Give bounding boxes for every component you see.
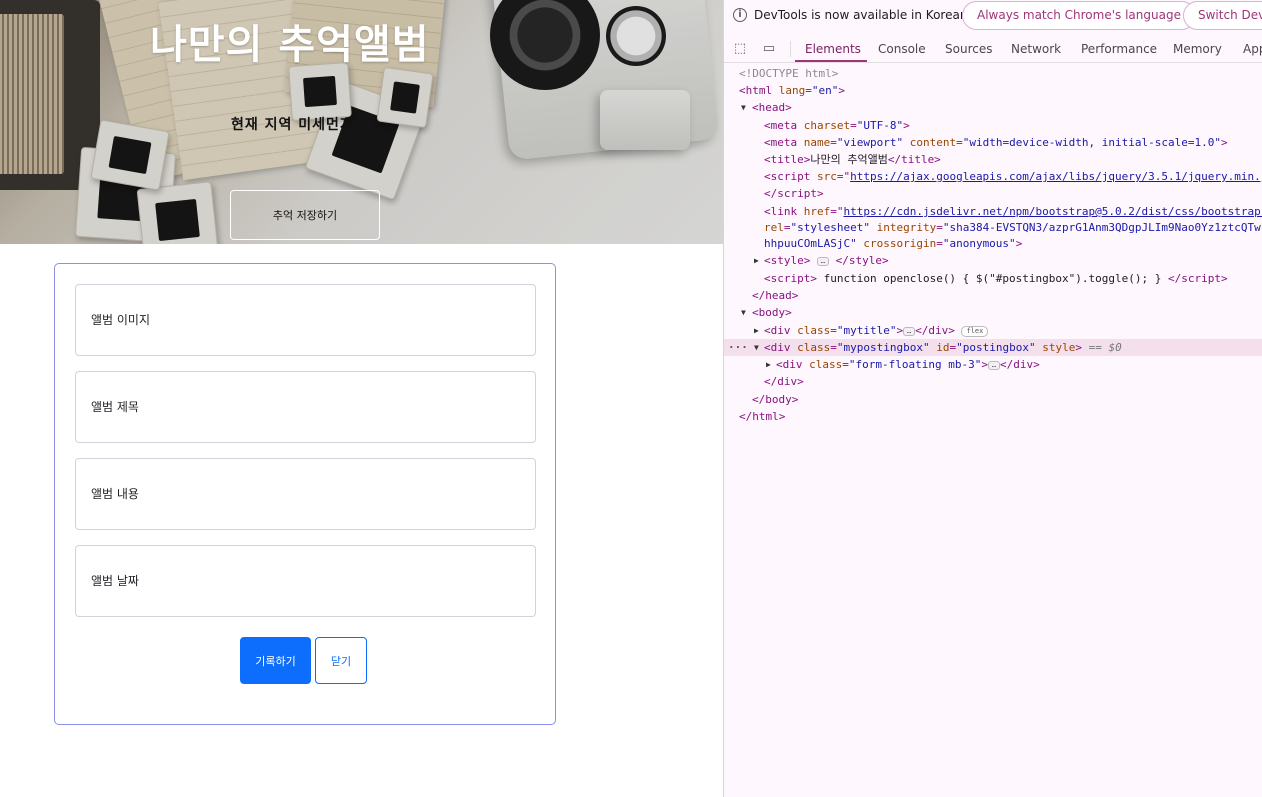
form-actions: 기록하기 닫기 bbox=[240, 637, 367, 684]
dom-node-inline-script[interactable]: <script> function openclose() { $("#post… bbox=[724, 270, 1262, 287]
dom-node-div-mytitle[interactable]: ▶ <div class="mytitle">… </div> flex bbox=[724, 322, 1262, 339]
switch-language-button[interactable]: Switch DevTools to Korean bbox=[1183, 1, 1262, 30]
album-title-field[interactable]: 앨범 제목 bbox=[75, 371, 536, 443]
expand-triangle-icon[interactable]: ▼ bbox=[741, 304, 746, 321]
tab-application[interactable]: Application bbox=[1243, 42, 1262, 56]
flex-badge[interactable]: flex bbox=[961, 325, 989, 337]
dom-node-html[interactable]: <html lang="en"> bbox=[724, 82, 1262, 99]
inspect-element-icon[interactable]: ⬚ bbox=[732, 42, 748, 56]
screen: 나만의 추억앨범 현재 지역 미세먼지 추억 저장하기 앨범 이미지 앨범 제목… bbox=[0, 0, 1262, 797]
dom-node-style[interactable]: ▶ <style> … </style> bbox=[724, 252, 1262, 269]
more-options-icon[interactable]: ··· bbox=[728, 339, 748, 356]
infobar-message: DevTools is now available in Korean! bbox=[754, 8, 973, 22]
dust-status-text: 현재 지역 미세먼지 bbox=[231, 117, 354, 133]
expand-triangle-icon[interactable]: ▼ bbox=[754, 339, 759, 356]
album-title-label: 앨범 제목 bbox=[91, 400, 139, 414]
ellipsis-icon[interactable]: … bbox=[903, 326, 916, 336]
expand-triangle-icon[interactable]: ▼ bbox=[741, 99, 746, 116]
dom-node-div-postingbox[interactable]: ··· ▼ <div class="mypostingbox" id="post… bbox=[724, 339, 1262, 356]
dom-node-doctype[interactable]: <!DOCTYPE html> bbox=[724, 65, 1262, 82]
web-page: 나만의 추억앨범 현재 지역 미세먼지 추억 저장하기 앨범 이미지 앨범 제목… bbox=[0, 0, 723, 797]
ellipsis-icon[interactable]: … bbox=[987, 360, 1000, 370]
save-memory-button[interactable]: 추억 저장하기 bbox=[230, 190, 380, 240]
album-content-field[interactable]: 앨범 내용 bbox=[75, 458, 536, 530]
tab-elements[interactable]: Elements bbox=[805, 42, 861, 56]
album-image-field[interactable]: 앨범 이미지 bbox=[75, 284, 536, 356]
tab-memory[interactable]: Memory bbox=[1173, 42, 1222, 56]
language-infobar: i DevTools is now available in Korean! A… bbox=[724, 0, 1262, 32]
album-date-label: 앨범 날짜 bbox=[91, 574, 139, 588]
album-date-field[interactable]: 앨범 날짜 bbox=[75, 545, 536, 617]
dom-node-link-bootstrap[interactable]: <link href="https://cdn.jsdelivr.net/npm… bbox=[724, 203, 1262, 220]
devtools-panel: i DevTools is now available in Korean! A… bbox=[723, 0, 1262, 797]
page-title: 나만의 추억앨범 bbox=[150, 22, 430, 68]
dom-node-body[interactable]: ▼ <body> bbox=[724, 304, 1262, 321]
devtools-tabbar: ⬚ ▭ Elements Console Sources Network Per… bbox=[724, 36, 1262, 63]
dom-node-meta-charset[interactable]: <meta charset="UTF-8"> bbox=[724, 117, 1262, 134]
info-icon: i bbox=[733, 8, 747, 22]
device-toolbar-icon[interactable]: ▭ bbox=[761, 42, 777, 56]
dom-node-script-jquery[interactable]: <script src="https://ajax.googleapis.com… bbox=[724, 168, 1262, 185]
tab-network[interactable]: Network bbox=[1011, 42, 1061, 56]
collapse-triangle-icon[interactable]: ▶ bbox=[754, 322, 759, 339]
album-image-label: 앨범 이미지 bbox=[91, 313, 151, 327]
tab-console[interactable]: Console bbox=[878, 42, 926, 56]
ellipsis-icon[interactable]: … bbox=[817, 256, 829, 266]
close-button[interactable]: 닫기 bbox=[315, 637, 367, 684]
dom-node-title[interactable]: <title>나만의 추억앨범</title> bbox=[724, 151, 1262, 168]
tab-performance[interactable]: Performance bbox=[1081, 42, 1157, 56]
tab-sources[interactable]: Sources bbox=[945, 42, 992, 56]
dom-node-div-form-floating[interactable]: ▶ <div class="form-floating mb-3">… </div… bbox=[724, 356, 1262, 373]
always-match-language-button[interactable]: Always match Chrome's language bbox=[962, 1, 1196, 30]
active-tab-indicator bbox=[795, 60, 867, 62]
submit-button[interactable]: 기록하기 bbox=[240, 637, 311, 684]
album-content-label: 앨범 내용 bbox=[91, 487, 139, 501]
dom-node-meta-viewport[interactable]: <meta name="viewport" content="width=dev… bbox=[724, 134, 1262, 151]
posting-box: 앨범 이미지 앨범 제목 앨범 내용 앨범 날짜 기록하기 닫기 bbox=[54, 263, 556, 725]
collapse-triangle-icon[interactable]: ▶ bbox=[766, 356, 771, 373]
collapse-triangle-icon[interactable]: ▶ bbox=[754, 252, 759, 269]
dom-node-head[interactable]: ▼ <head> bbox=[724, 99, 1262, 116]
hero-banner: 나만의 추억앨범 현재 지역 미세먼지 추억 저장하기 bbox=[0, 0, 723, 244]
